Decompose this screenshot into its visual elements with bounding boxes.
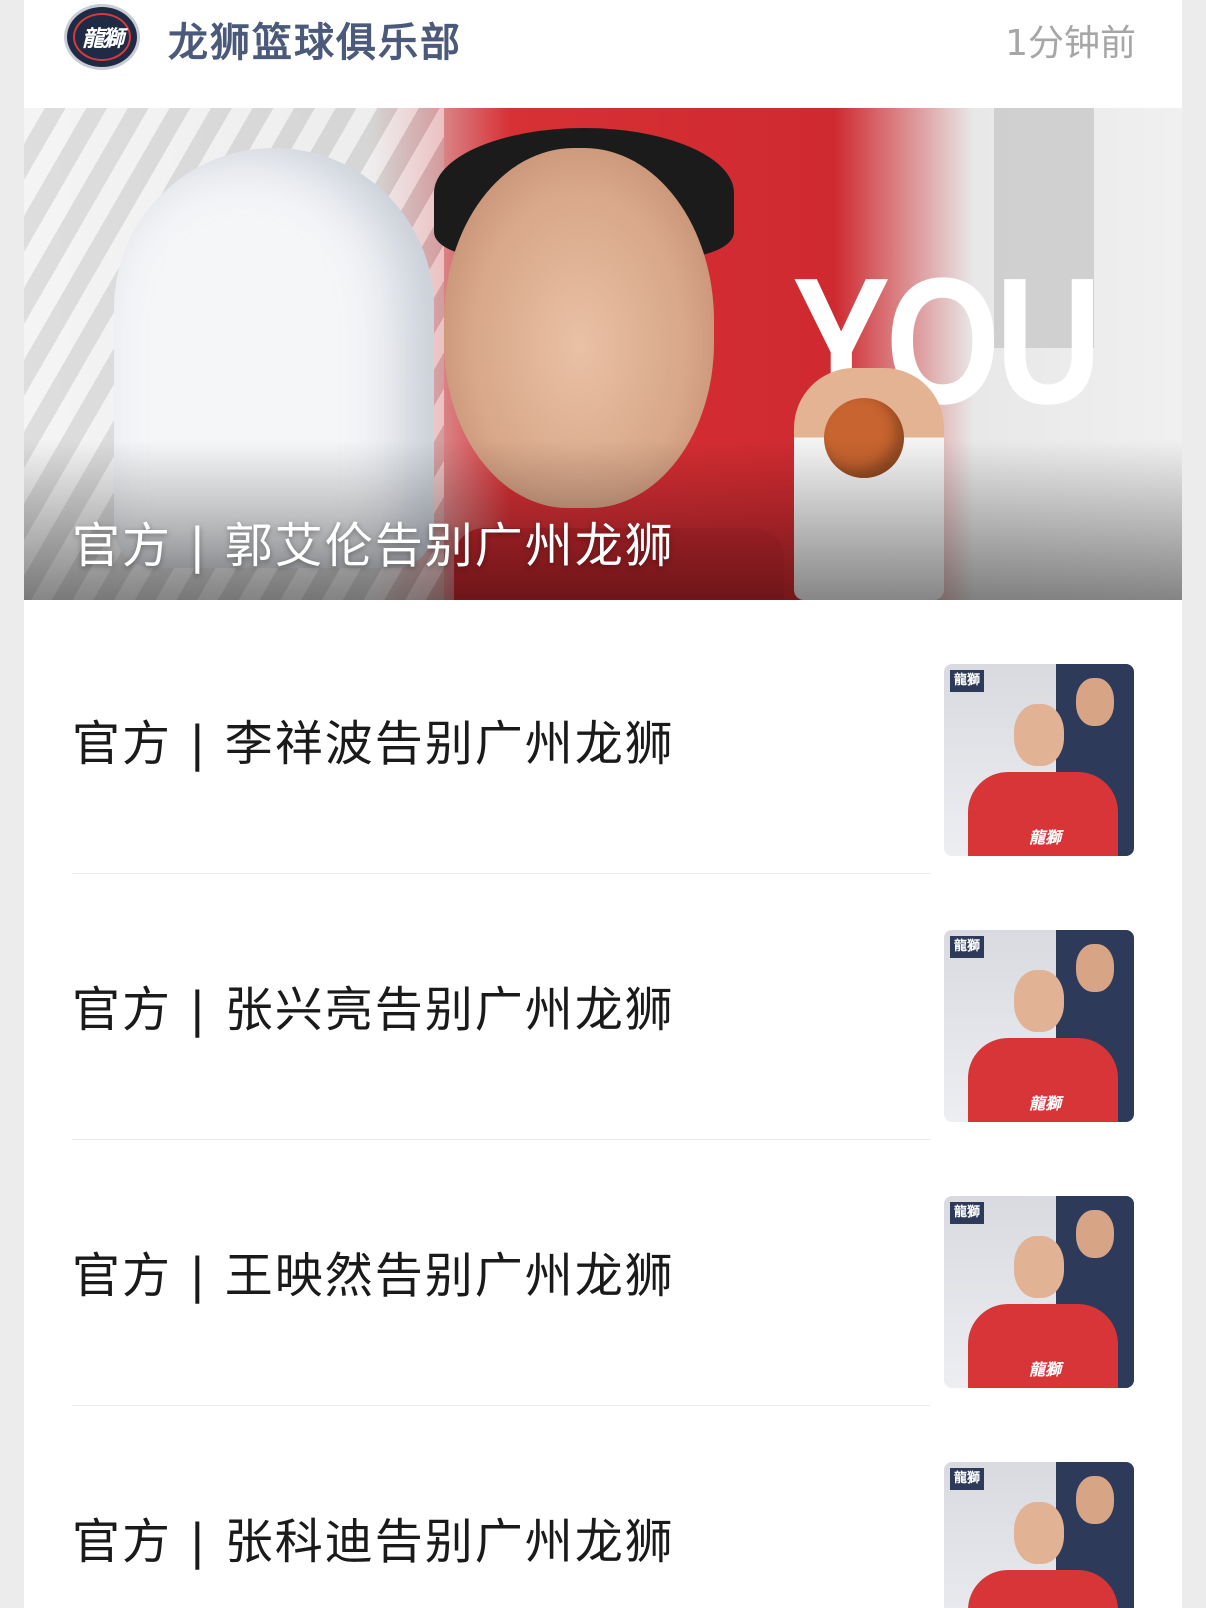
account-name[interactable]: 龙狮篮球俱乐部 bbox=[168, 10, 462, 68]
thumb-jersey-logo: 龍獅 bbox=[1028, 1094, 1061, 1113]
list-item[interactable]: 官方 | 张兴亮告别广州龙狮 龍獅 龍獅 bbox=[24, 874, 1182, 1140]
logo-glyph: 龍獅 bbox=[81, 27, 124, 52]
article-thumbnail: 龍獅 bbox=[944, 1462, 1134, 1608]
article-title: 官方 | 王映然告别广州龙狮 bbox=[72, 1248, 675, 1304]
thumb-logo-tag: 龍獅 bbox=[950, 670, 984, 692]
thumb-logo-tag: 龍獅 bbox=[950, 1202, 984, 1224]
article-thumbnail: 龍獅 龍獅 bbox=[944, 930, 1134, 1122]
club-logo-avatar[interactable]: 龍獅 bbox=[64, 4, 140, 70]
thumb-logo-tag: 龍獅 bbox=[950, 936, 984, 958]
thumb-secondary-face bbox=[1076, 1476, 1114, 1524]
post-time: 1分钟前 bbox=[1005, 23, 1136, 64]
article-thumbnail: 龍獅 龍獅 bbox=[944, 664, 1134, 856]
thumb-secondary-face bbox=[1076, 944, 1114, 992]
article-title: 官方 | 张兴亮告别广州龙狮 bbox=[72, 982, 675, 1038]
headline-banner[interactable]: YOU 官方 | 郭艾伦告别广州龙狮 bbox=[24, 108, 1182, 600]
banner-title: 官方 | 郭艾伦告别广州龙狮 bbox=[72, 518, 675, 574]
thumb-secondary-face bbox=[1076, 1210, 1114, 1258]
message-card: 龍獅 龙狮篮球俱乐部 1分钟前 YOU 官方 | 郭艾伦告别广州龙狮 官方 | … bbox=[24, 0, 1182, 1608]
article-thumbnail: 龍獅 龍獅 bbox=[944, 1196, 1134, 1388]
thumb-face bbox=[1014, 1236, 1064, 1298]
article-title: 官方 | 李祥波告别广州龙狮 bbox=[72, 716, 675, 772]
account-header: 龍獅 龙狮篮球俱乐部 1分钟前 bbox=[24, 0, 1182, 106]
list-item[interactable]: 官方 | 张科迪告别广州龙狮 龍獅 bbox=[24, 1406, 1182, 1608]
thumb-jersey-logo: 龍獅 bbox=[1028, 1360, 1061, 1379]
list-item[interactable]: 官方 | 王映然告别广州龙狮 龍獅 龍獅 bbox=[24, 1140, 1182, 1406]
thumb-face bbox=[1014, 704, 1064, 766]
thumb-secondary-face bbox=[1076, 678, 1114, 726]
list-item[interactable]: 官方 | 李祥波告别广州龙狮 龍獅 龍獅 bbox=[24, 608, 1182, 874]
thumb-face bbox=[1014, 970, 1064, 1032]
article-title: 官方 | 张科迪告别广州龙狮 bbox=[72, 1514, 675, 1570]
thumb-jersey bbox=[968, 1570, 1118, 1608]
thumb-jersey-logo: 龍獅 bbox=[1028, 828, 1061, 847]
thumb-logo-tag: 龍獅 bbox=[950, 1468, 984, 1490]
thumb-face bbox=[1014, 1502, 1064, 1564]
